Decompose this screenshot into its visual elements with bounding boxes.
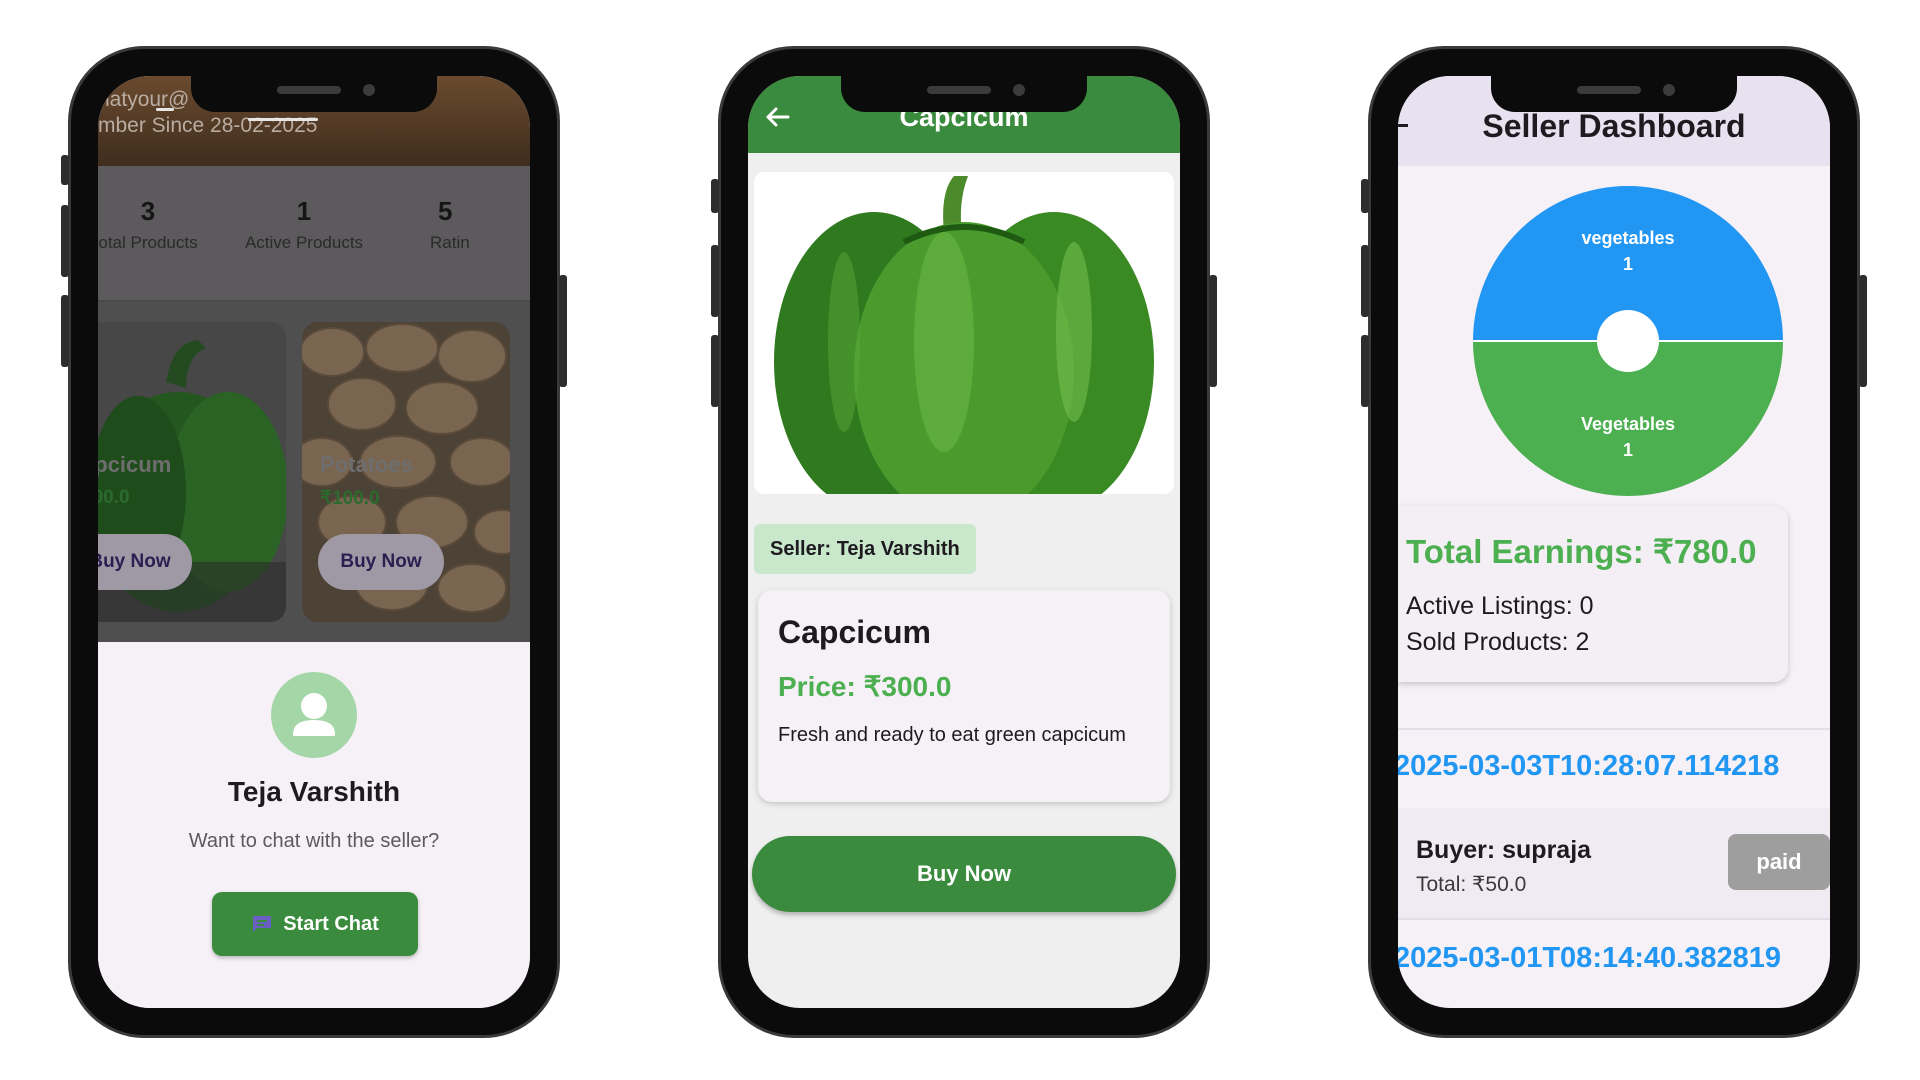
product-image bbox=[754, 172, 1174, 494]
phone-notch bbox=[841, 76, 1087, 112]
product-detail-screen: Capcicum Seller: Teja Varshith Capcicum … bbox=[748, 76, 1180, 1008]
sold-products: Sold Products: 2 bbox=[1406, 628, 1590, 656]
phone-frame-dashboard: Seller Dashboard vegetables 1 Vegetables 1 … bbox=[1361, 46, 1867, 1038]
start-chat-label: Start Chat bbox=[283, 912, 379, 935]
seller-dashboard-screen: Seller Dashboard vegetables 1 Vegetables 1 … bbox=[1398, 76, 1830, 1008]
category-pie-chart: vegetables 1 Vegetables 1 bbox=[1473, 186, 1783, 496]
product-price: 300.0 bbox=[98, 487, 130, 508]
start-chat-button[interactable]: Start Chat bbox=[212, 892, 418, 956]
product-title: Capcicum bbox=[778, 614, 931, 650]
product-price: ₹100.0 bbox=[320, 488, 380, 509]
divider bbox=[1398, 728, 1830, 730]
buyer-name: Buyer: supraja bbox=[1416, 836, 1592, 864]
product-price: Price: ₹300.0 bbox=[778, 671, 952, 702]
product-description: Fresh and ready to eat green capcicum bbox=[778, 724, 1126, 746]
buy-now-button[interactable]: Buy Now bbox=[318, 534, 444, 590]
status-badge: paid bbox=[1728, 834, 1830, 890]
pie-value-1: 1 bbox=[1623, 440, 1633, 460]
active-listings: Active Listings: 0 bbox=[1406, 592, 1594, 620]
buy-now-button[interactable]: Buy Now bbox=[752, 836, 1176, 912]
product-grid: apcicum 300.0 Buy Now bbox=[98, 302, 530, 648]
product-info-card: Capcicum Price: ₹300.0 Fresh and ready t… bbox=[758, 590, 1170, 802]
seller-chip: Seller: Teja Varshith bbox=[754, 524, 976, 574]
pie-label-0: vegetables bbox=[1581, 228, 1674, 248]
divider bbox=[1398, 918, 1830, 920]
stats-row: 3 otal Products 1 Active Products 5 Rati… bbox=[98, 166, 530, 302]
seller-chat-sheet: Teja Varshith Want to chat with the sell… bbox=[98, 642, 530, 1008]
chat-prompt: Want to chat with the seller? bbox=[188, 830, 440, 852]
total-earnings: Total Earnings: ₹780.0 bbox=[1406, 533, 1757, 570]
stat-rating: 5 Ratin bbox=[430, 196, 470, 252]
phone-frame-profile: natyour@ mber Since 28-02-2025 3 otal Pr… bbox=[61, 46, 567, 1038]
phone-frame-product-detail: Capcicum Seller: Teja Varshith Capcicum … bbox=[711, 46, 1217, 1038]
home-indicator bbox=[248, 118, 318, 121]
pie-center-hole bbox=[1597, 310, 1659, 372]
pie-value-0: 1 bbox=[1623, 254, 1633, 274]
product-name: apcicum bbox=[98, 452, 172, 477]
seller-name: Teja Varshith bbox=[227, 776, 401, 807]
phone-notch bbox=[191, 76, 437, 112]
phone-notch bbox=[1491, 76, 1737, 112]
product-name: Potatoes bbox=[320, 452, 413, 477]
profile-screen: natyour@ mber Since 28-02-2025 3 otal Pr… bbox=[98, 76, 530, 1008]
order-date: 2025-03-03T10:28:07.114218 bbox=[1398, 750, 1780, 782]
order-row[interactable]: Buyer: supraja Total: ₹50.0 paid bbox=[1398, 808, 1830, 918]
product-card-potatoes[interactable]: Potatoes ₹100.0 Buy Now bbox=[302, 322, 510, 622]
pie-label-1: Vegetables bbox=[1581, 414, 1675, 434]
earnings-card: Total Earnings: ₹780.0 Active Listings: … bbox=[1398, 506, 1788, 682]
order-date: 2025-03-01T08:14:40.382819 bbox=[1398, 942, 1781, 974]
person-icon bbox=[293, 693, 335, 736]
buy-now-button[interactable]: Buy Now bbox=[98, 534, 192, 590]
stat-total-products: 3 otal Products bbox=[98, 196, 198, 252]
profile-email: natyour@ bbox=[98, 88, 190, 111]
chat-icon bbox=[253, 916, 272, 932]
product-card-capcicum[interactable]: apcicum 300.0 Buy Now bbox=[98, 322, 286, 622]
page-title: Seller Dashboard bbox=[1482, 108, 1746, 144]
stat-active-products: 1 Active Products bbox=[244, 196, 364, 252]
capsicum-photo bbox=[754, 172, 1174, 494]
avatar bbox=[271, 672, 357, 758]
order-total: Total: ₹50.0 bbox=[1416, 873, 1527, 896]
